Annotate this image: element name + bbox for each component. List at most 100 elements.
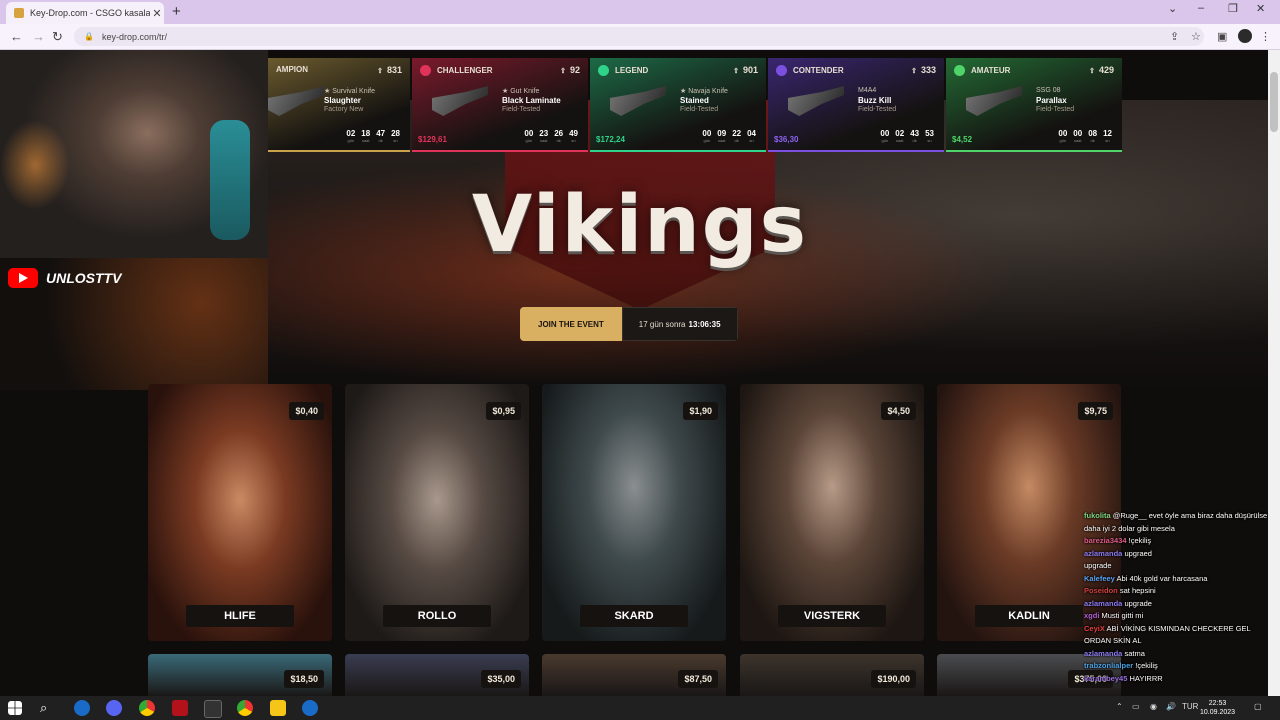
keyboard-language[interactable]: TUR (1182, 702, 1198, 711)
volume-icon[interactable]: 🔊 (1166, 702, 1176, 711)
new-tab-button[interactable]: + (172, 3, 181, 20)
notification-icon[interactable]: ▢ (1254, 702, 1262, 711)
browser-tab-bar: Key-Drop.com - CSGO kasaların ✕ + ⌄ – ❐ … (0, 0, 1280, 24)
ticker-level: ⇧ 429 (1089, 65, 1114, 75)
chat-username: trabzonlialper (1084, 661, 1134, 670)
timer-value: 47 (376, 129, 386, 138)
ticker-rank: AMATEUR (954, 65, 1010, 76)
timer-value: 49 (569, 129, 578, 138)
weapon-name: ★ Navaja Knife (680, 88, 728, 95)
case-card[interactable]: $0,95 ROLLO (345, 384, 529, 641)
ticker-level: ⇧ 333 (911, 65, 936, 75)
case-card[interactable]: $4,50 VIGSTERK (740, 384, 924, 641)
case-price: $0,40 (289, 402, 324, 420)
case-price: $0,95 (486, 402, 521, 420)
timer-segment: 00 gün (702, 129, 711, 143)
profile-avatar[interactable] (1238, 29, 1252, 43)
case-name: ROLLO (383, 605, 491, 627)
tray-chevron-icon[interactable]: ⌃ (1116, 702, 1123, 711)
url-field[interactable]: 🔒 key-drop.com/tr/ (74, 27, 1204, 46)
chat-message: azlamanda satma (1084, 648, 1274, 661)
ticker-card[interactable]: CHALLENGER ⇧ 92 ★ Gut Knife Black Laminat… (412, 58, 588, 152)
chat-message: barezia3434 !çekiliş (1084, 535, 1274, 548)
drop-timer: 00 gün 02 saat 43 dk 53 sn (880, 129, 934, 143)
level-value: 429 (1098, 65, 1114, 75)
ticker-level: ⇧ 901 (733, 65, 758, 75)
restore-icon[interactable]: ❐ (1228, 2, 1238, 15)
stream-chat-overlay: fukolita @Ruge__ evet öyle ama biraz dah… (1084, 510, 1274, 685)
case-card[interactable]: $18,50 (148, 654, 332, 696)
taskbar-clock[interactable]: 22:53 10.09.2023 (1200, 699, 1235, 717)
share-icon[interactable]: ⇪ (1170, 30, 1179, 43)
ticker-card[interactable]: AMPION ⇧ 831 ★ Survival Knife Slaughter F… (268, 58, 410, 152)
timer-value: 43 (910, 129, 920, 138)
back-arrow-icon[interactable]: ← (10, 29, 23, 44)
chrome-icon[interactable] (139, 700, 155, 716)
timer-unit: gün (1059, 138, 1067, 143)
tray-icon[interactable]: ◉ (1150, 702, 1157, 711)
steam-icon[interactable] (74, 700, 90, 716)
timer-value: 08 (1088, 129, 1098, 138)
ticker-card[interactable]: CONTENDER ⇧ 333 M4A4 Buzz Kill Field-Test… (768, 58, 944, 152)
timer-unit: dk (1090, 138, 1095, 143)
chat-message: Kalefeey Abi 40k gold var harcasana (1084, 573, 1274, 586)
reload-icon[interactable]: ↻ (52, 29, 63, 45)
file-explorer-icon[interactable] (270, 700, 286, 716)
rank-dot-icon (420, 65, 431, 76)
close-window-icon[interactable]: ✕ (1256, 2, 1265, 15)
skin-wear: Field-Tested (680, 106, 719, 113)
level-icon: ⇧ (911, 68, 917, 75)
side-panel-icon[interactable]: ▣ (1217, 30, 1227, 43)
rank-dot-icon (598, 65, 609, 76)
join-event-button[interactable]: JOIN THE EVENT (520, 307, 622, 341)
scrollbar-thumb[interactable] (1270, 72, 1278, 132)
case-card[interactable]: $190,00 (740, 654, 924, 696)
timer-unit: sn (1105, 138, 1110, 143)
case-card[interactable]: $87,50 (542, 654, 726, 696)
timer-value: 02 (346, 129, 356, 138)
timer-segment: 53 sn (925, 129, 934, 143)
ticker-card[interactable]: AMATEUR ⇧ 429 SSG 08 Parallax Field-Teste… (946, 58, 1122, 152)
steam-icon-2[interactable] (302, 700, 318, 716)
case-card[interactable]: $35,00 (345, 654, 529, 696)
case-card[interactable]: $0,40 HLIFE (148, 384, 332, 641)
level-icon: ⇧ (377, 68, 383, 75)
chat-text: HAYIRRR (1129, 673, 1163, 683)
weapon-image (610, 86, 666, 116)
tray-network-icon[interactable]: ▭ (1132, 702, 1140, 711)
page-scrollbar[interactable] (1268, 50, 1280, 696)
case-card[interactable]: $1,90 SKARD (542, 384, 726, 641)
chat-username: barezia3434 (1084, 536, 1127, 545)
timer-unit: dk (734, 138, 739, 143)
search-icon[interactable]: ⌕ (40, 700, 56, 716)
obs-icon[interactable] (204, 700, 222, 718)
timer-value: 00 (702, 129, 712, 138)
chat-message: Poseidon sat hepsini (1084, 585, 1274, 598)
bookmark-star-icon[interactable]: ☆ (1191, 30, 1201, 43)
chrome-active-icon[interactable] (237, 700, 253, 716)
forward-arrow-icon[interactable]: → (32, 29, 45, 44)
level-value: 92 (569, 65, 580, 75)
timer-value: 02 (895, 129, 905, 138)
case-name: VIGSTERK (778, 605, 886, 627)
minimize-icon[interactable]: – (1198, 2, 1204, 14)
weapon-name: ★ Gut Knife (502, 88, 540, 95)
chevron-down-icon[interactable]: ⌄ (1168, 2, 1177, 15)
timer-value: 00 (524, 129, 534, 138)
timer-value: 04 (747, 129, 756, 138)
close-tab-icon[interactable]: ✕ (150, 7, 164, 20)
rank-label: CONTENDER (793, 66, 844, 75)
windows-start-icon[interactable] (8, 701, 22, 715)
rank-label: AMATEUR (971, 66, 1011, 75)
event-cta: JOIN THE EVENT 17 gün sonra 13:06:35 (520, 307, 738, 341)
menu-dots-icon[interactable]: ⋮ (1260, 30, 1271, 43)
ticker-rank: AMPION (276, 65, 308, 74)
tab-title: Key-Drop.com - CSGO kasaların (30, 8, 150, 18)
browser-tab[interactable]: Key-Drop.com - CSGO kasaların ✕ (6, 2, 164, 24)
ticker-card[interactable]: LEGEND ⇧ 901 ★ Navaja Knife Stained Field… (590, 58, 766, 152)
discord-icon[interactable] (106, 700, 122, 716)
app-icon[interactable] (172, 700, 188, 716)
timer-segment: 47 dk (376, 129, 385, 143)
ticker-level: ⇧ 831 (377, 65, 402, 75)
drop-price: $36,30 (774, 135, 799, 144)
